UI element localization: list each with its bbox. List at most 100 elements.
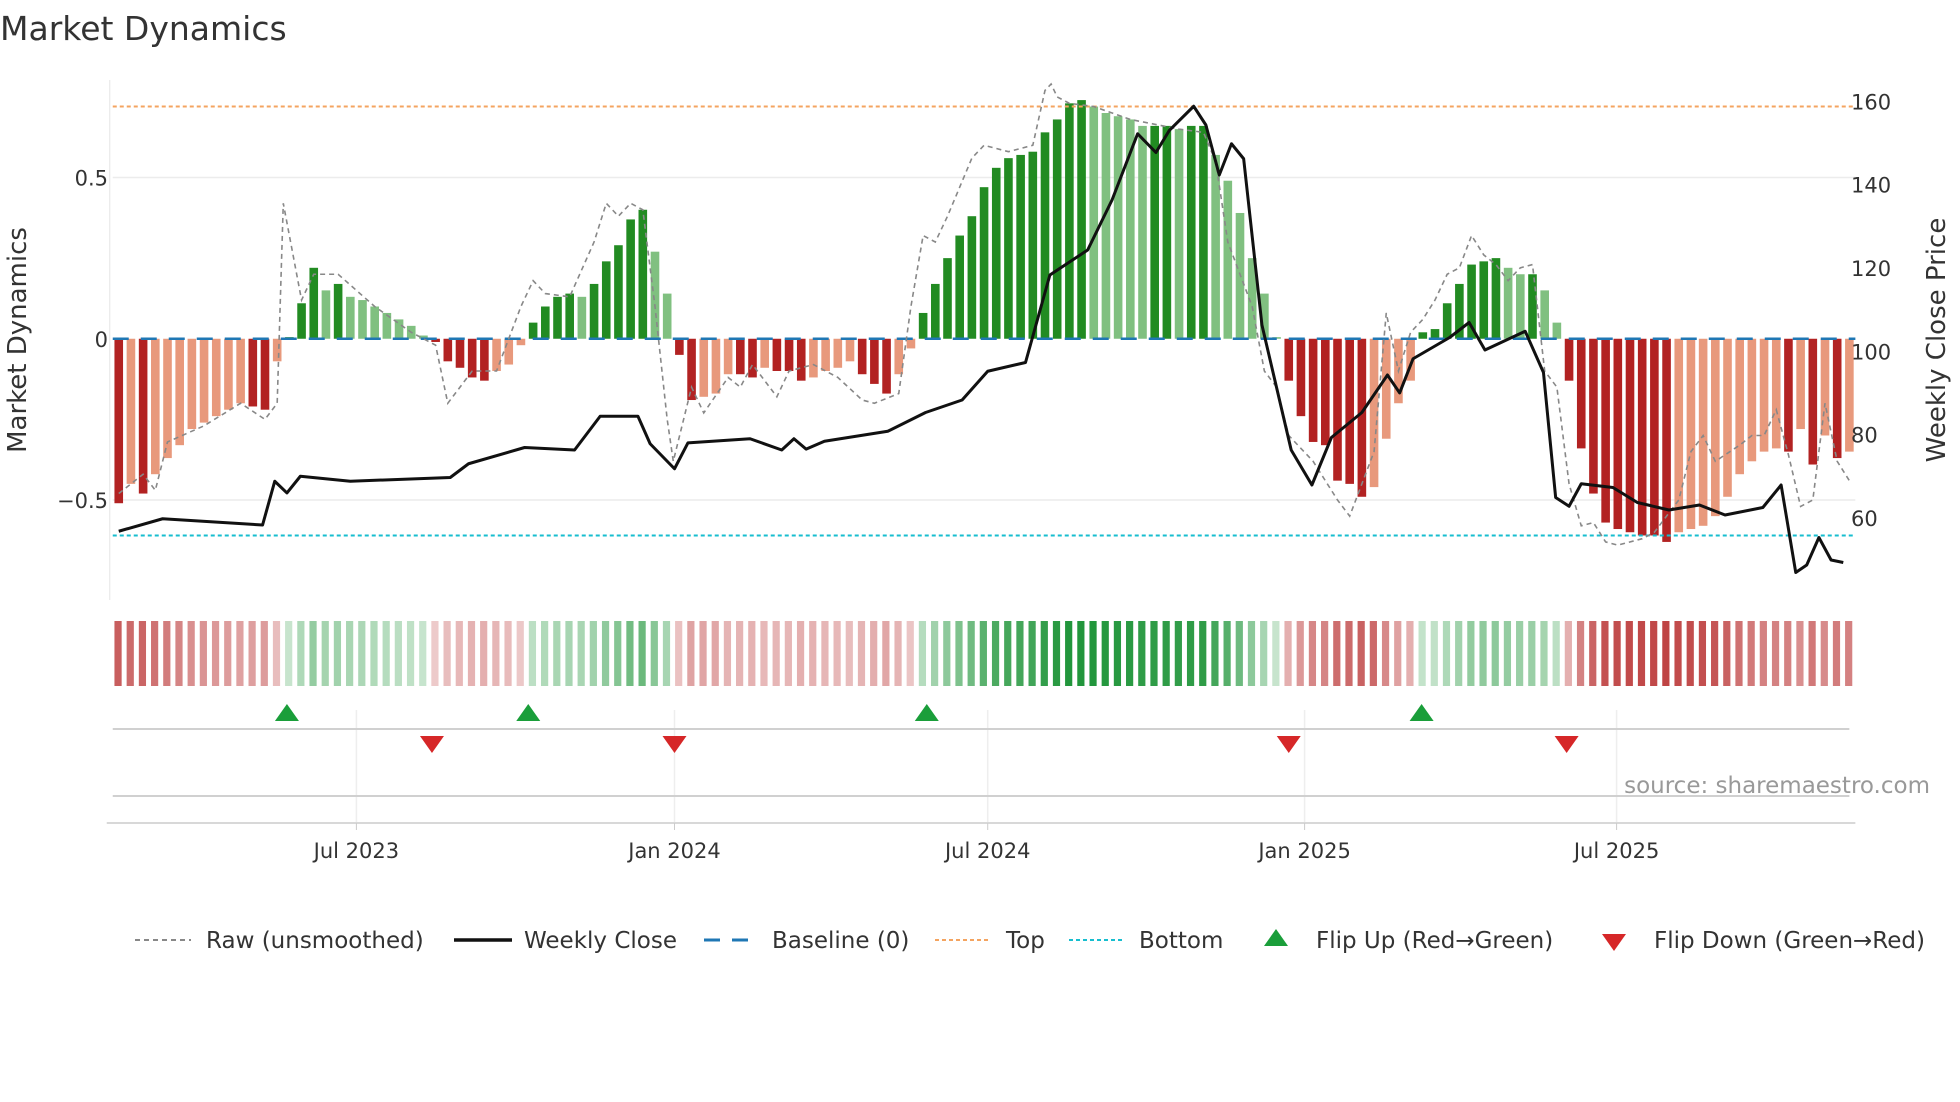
heat-strip-cell [1698, 621, 1707, 686]
md-bar [175, 338, 184, 446]
md-bar [870, 338, 879, 384]
right-tick-label: 100 [1851, 340, 1891, 364]
heat-strip-cell [163, 621, 171, 686]
left-tick-label: 0.5 [75, 167, 108, 191]
md-bar [151, 338, 160, 475]
heat-strip-cell [955, 621, 963, 686]
md-bar [650, 251, 660, 339]
heat-strip-cell [687, 621, 695, 686]
md-bar [1808, 338, 1818, 465]
heat-strip-cell [1272, 621, 1280, 686]
md-bar [1711, 338, 1720, 517]
heat-strip-cell [151, 621, 159, 686]
heat-strip-cell [809, 621, 817, 686]
heat-strip-cell [1832, 621, 1841, 686]
heat-strip-cell [1028, 621, 1036, 686]
heat-strip-cell [346, 621, 354, 686]
right-tick-label: 160 [1851, 90, 1891, 114]
md-bar [1101, 113, 1111, 339]
md-bar [187, 338, 197, 430]
md-bar [1784, 338, 1793, 452]
flip-up-marker [914, 704, 939, 721]
md-bar [723, 338, 733, 375]
md-bar [931, 283, 940, 339]
flip-down-marker [1554, 736, 1579, 753]
heat-strip-cell [565, 621, 573, 686]
md-bar [1479, 261, 1489, 339]
md-bar [1174, 129, 1184, 339]
legend: Raw (unsmoothed) Weekly Close Baseline (… [135, 928, 1925, 954]
heat-strip-cell [1162, 621, 1170, 686]
md-bar [1357, 338, 1367, 497]
heat-strip-cell [504, 621, 512, 686]
md-bar [1759, 338, 1769, 452]
heat-strip-cell [492, 621, 500, 686]
md-bar [1418, 332, 1428, 339]
heat-strip-cell [358, 621, 366, 686]
heat-strip-cell [906, 621, 914, 686]
md-bar [1333, 338, 1342, 481]
md-bar [1077, 100, 1086, 339]
left-tick-label: 0 [95, 328, 108, 352]
md-bar [906, 338, 916, 349]
md-bar [224, 338, 233, 410]
md-bar [1004, 158, 1013, 339]
md-bar [614, 245, 623, 339]
heat-strip-cell [1479, 621, 1487, 686]
heat-strip-cell [443, 621, 451, 686]
heat-strip-cell [626, 621, 634, 686]
heat-strip-cell [1820, 621, 1828, 686]
heat-strip-cell [1613, 621, 1621, 686]
heat-strip-cell [845, 621, 853, 686]
market-dynamics-chart: Market Dynamics Jul 2023 Jan 2024 Jul 2024… [0, 9, 1952, 954]
heat-strip-cell [1747, 621, 1755, 686]
md-bar [1162, 125, 1172, 339]
heat-strip-cell [650, 621, 658, 686]
heat-strip-cell [1321, 621, 1329, 686]
md-bar [333, 283, 343, 339]
md-bar [918, 312, 928, 339]
md-bar [358, 300, 367, 339]
md-bar [1150, 125, 1159, 339]
heat-strip-cell [1650, 621, 1658, 686]
md-bar [809, 338, 818, 378]
md-bar [991, 167, 1001, 339]
heat-strip-cell [248, 621, 256, 686]
heat-strip-cell [857, 621, 866, 686]
heat-strip-cell [333, 621, 342, 686]
heat-strip-cell [467, 621, 476, 686]
md-bar [1199, 125, 1208, 339]
x-tick-label: Jul 2024 [943, 839, 1030, 863]
md-bar [1686, 338, 1696, 530]
md-bar [1564, 338, 1574, 381]
md-bar [504, 338, 514, 365]
heat-strip-cell [772, 621, 780, 686]
heat-strip-cell [1662, 621, 1670, 686]
heat-strip-cell [1150, 621, 1158, 686]
heat-strip-cell [1455, 621, 1463, 686]
md-bar [211, 338, 221, 417]
heat-strip-cell [516, 621, 524, 686]
heat-strip-cell [1516, 621, 1524, 686]
md-bar [894, 338, 904, 375]
x-tick-label: Jul 2025 [1572, 839, 1659, 863]
heat-strip-cell [272, 621, 281, 686]
heat-strip-cell [114, 621, 122, 686]
md-bar [492, 338, 501, 371]
md-bar [455, 338, 465, 368]
heat-strip-cell [699, 621, 707, 686]
heat-strip-cell [1260, 621, 1268, 686]
heat-strip-cell [1211, 621, 1219, 686]
flip-down-marker [1276, 736, 1301, 753]
flip-down-marker [662, 736, 687, 753]
md-bar [626, 219, 635, 339]
heat-strip-cell [1406, 621, 1414, 686]
md-bar [443, 338, 453, 362]
md-bar [1138, 125, 1147, 339]
heat-strip-cell [1186, 621, 1195, 686]
heat-strip-cell [1357, 621, 1365, 686]
md-bar [1284, 338, 1294, 381]
heat-strip-cell [589, 621, 597, 686]
heat-strip-cell [1540, 621, 1548, 686]
md-bar [943, 258, 952, 339]
